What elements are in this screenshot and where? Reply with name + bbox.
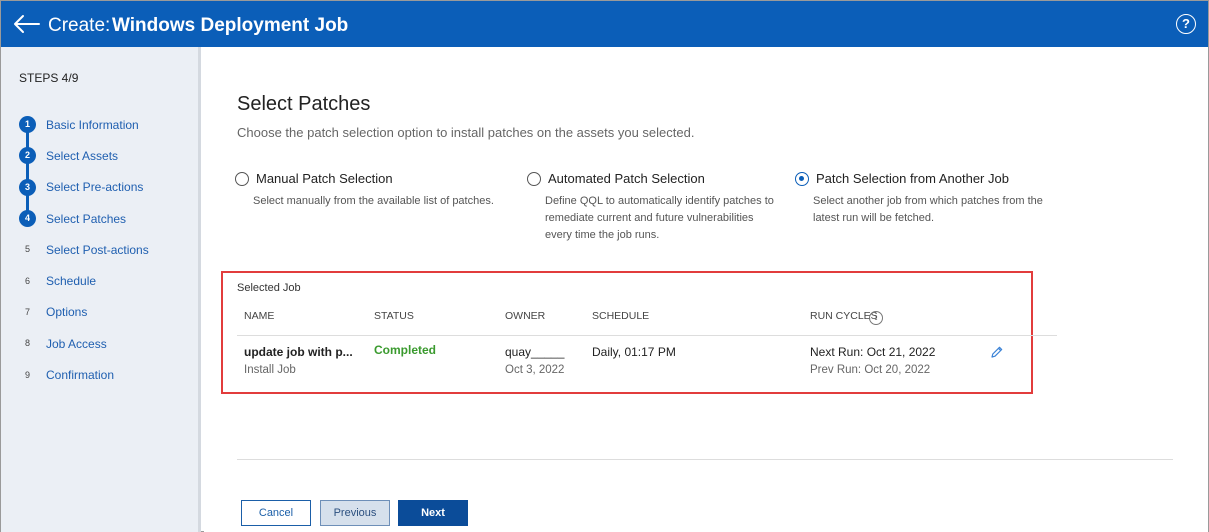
option-description-line: Select manually from the available list …	[253, 195, 494, 207]
step-number: 5	[19, 241, 36, 259]
job-owner: quay_____	[505, 345, 565, 359]
cancel-button[interactable]: Cancel	[241, 500, 311, 526]
steps-sidebar: STEPS 4/9 1 Basic Information 2 Select A…	[1, 47, 201, 532]
job-name[interactable]: update job with p...	[244, 345, 353, 359]
radio-another-job[interactable]	[795, 172, 809, 186]
section-subheading: Choose the patch selection option to ins…	[237, 125, 695, 140]
main-content: Select Patches Choose the patch selectio…	[204, 47, 1208, 532]
arrow-left-icon[interactable]	[13, 13, 41, 35]
status-badge: Completed	[374, 343, 437, 357]
help-circle-icon[interactable]: ?	[1176, 14, 1196, 34]
next-run: Next Run: Oct 21, 2022	[810, 345, 936, 359]
step-label: Schedule	[46, 274, 97, 289]
column-header-run-cycles: RUN CYCLES	[810, 310, 878, 322]
table-header-divider	[237, 335, 1057, 336]
step-label: Select Post-actions	[46, 242, 149, 257]
step-label: Job Access	[46, 336, 107, 351]
step-number: 7	[19, 303, 36, 321]
column-header-owner: OWNER	[505, 310, 546, 322]
step-label: Select Assets	[46, 148, 119, 163]
page-title: Windows Deployment Job	[112, 15, 349, 36]
steps-counter: STEPS 4/9	[19, 71, 79, 85]
option-description-line: every time the job runs.	[545, 229, 660, 241]
step-confirmation[interactable]: 9 Confirmation	[19, 359, 149, 390]
step-label: Select Pre-actions	[46, 180, 144, 195]
footer-divider	[237, 459, 1173, 460]
selected-job-panel: Selected Job NAME STATUS OWNER SCHEDULE …	[221, 271, 1057, 394]
step-number: 2	[19, 147, 36, 165]
pencil-icon[interactable]	[990, 345, 1004, 359]
info-icon[interactable]: i	[869, 311, 883, 325]
selected-job-label: Selected Job	[237, 282, 301, 294]
option-description: Select another job from which patches fr…	[813, 193, 1043, 227]
step-number: 9	[19, 366, 36, 384]
step-label: Select Patches	[46, 211, 127, 226]
header-bar: Create: Windows Deployment Job ?	[1, 1, 1208, 47]
step-label: Basic Information	[46, 117, 139, 132]
option-description-line: Select another job from which patches fr…	[813, 195, 1043, 207]
next-button[interactable]: Next	[398, 500, 468, 526]
option-description: Select manually from the available list …	[253, 193, 494, 210]
option-title: Automated Patch Selection	[548, 171, 705, 186]
option-description: Define QQL to automatically identify pat…	[545, 193, 774, 244]
column-header-schedule: SCHEDULE	[592, 310, 650, 322]
step-select-assets[interactable]: 2 Select Assets	[19, 140, 149, 171]
radio-manual[interactable]	[235, 172, 249, 186]
column-header-name: NAME	[244, 310, 275, 322]
section-heading: Select Patches	[237, 93, 371, 115]
option-title: Manual Patch Selection	[256, 171, 393, 186]
option-description-line: remediate current and future vulnerabili…	[545, 212, 754, 224]
step-select-patches[interactable]: 4 Select Patches	[19, 203, 149, 234]
job-owner-date: Oct 3, 2022	[505, 364, 565, 376]
step-number: 8	[19, 335, 36, 353]
step-basic-information[interactable]: 1 Basic Information	[19, 109, 149, 140]
step-number: 3	[19, 178, 36, 196]
radio-automated[interactable]	[527, 172, 541, 186]
column-header-status: STATUS	[374, 310, 414, 322]
step-select-pre-actions[interactable]: 3 Select Pre-actions	[19, 172, 149, 203]
step-schedule[interactable]: 6 Schedule	[19, 265, 149, 296]
steps-list: 1 Basic Information 2 Select Assets 3 Se…	[19, 109, 149, 391]
step-job-access[interactable]: 8 Job Access	[19, 328, 149, 359]
option-title: Patch Selection from Another Job	[816, 171, 1009, 186]
job-schedule: Daily, 01:17 PM	[592, 345, 676, 359]
previous-button[interactable]: Previous	[320, 500, 390, 526]
step-options[interactable]: 7 Options	[19, 297, 149, 328]
step-number: 6	[19, 272, 36, 290]
step-number: 1	[19, 116, 36, 134]
option-description-line: Define QQL to automatically identify pat…	[545, 195, 774, 207]
step-label: Options	[46, 305, 88, 320]
page-title-prefix: Create:	[48, 15, 111, 36]
step-label: Confirmation	[46, 368, 115, 383]
step-select-post-actions[interactable]: 5 Select Post-actions	[19, 234, 149, 265]
prev-run: Prev Run: Oct 20, 2022	[810, 364, 931, 376]
option-description-line: latest run will be fetched.	[813, 212, 935, 224]
step-number: 4	[19, 210, 36, 228]
job-type: Install Job	[244, 364, 296, 376]
